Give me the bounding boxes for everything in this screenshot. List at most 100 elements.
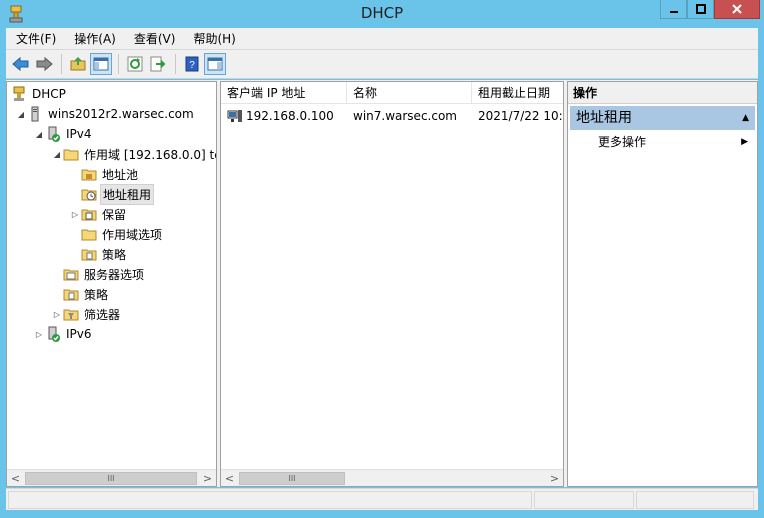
more-actions-item[interactable]: 更多操作 ▶ [598, 132, 748, 152]
show-hide-tree-icon [93, 57, 109, 71]
show-hide-action-pane-icon [207, 57, 223, 71]
collapsed-chevron-icon[interactable]: ▷ [33, 328, 45, 340]
tree-item-filters[interactable]: ▷ 筛选器 [51, 304, 122, 324]
minimize-icon [669, 11, 678, 13]
export-list-icon [150, 56, 166, 72]
server-options-icon [63, 269, 79, 281]
back-icon [12, 56, 29, 72]
tree-label: 服务器选项 [84, 267, 145, 282]
tree-item-address-pool[interactable]: 地址池 [81, 164, 140, 184]
tree-item-reservations[interactable]: ▷ 保留 [69, 204, 128, 224]
column-header-lease-expiration[interactable]: 租用截止日期 [472, 82, 563, 104]
maximize-button[interactable] [687, 0, 714, 19]
svg-text:?: ? [189, 60, 195, 71]
forward-icon [36, 56, 53, 72]
menu-action[interactable]: 操作(A) [68, 28, 122, 50]
back-button[interactable] [10, 53, 32, 75]
menu-file[interactable]: 文件(F) [10, 28, 62, 50]
server-icon [31, 106, 39, 122]
policy-icon [63, 289, 79, 301]
tree-label: 地址池 [102, 167, 139, 182]
show-hide-console-tree-button[interactable] [90, 53, 112, 75]
dhcp-root-icon [13, 86, 25, 101]
menu-view[interactable]: 查看(V) [128, 28, 182, 50]
toolbar: ? [6, 50, 758, 79]
tree-label: IPv4 [66, 127, 92, 141]
scroll-right-icon[interactable]: > [199, 470, 216, 486]
console-tree: DHCP ◢ wins2012r2.warsec.com ◢ IPv4 ◢ 作用… [6, 81, 217, 487]
collapsed-chevron-icon[interactable]: ▷ [69, 208, 81, 220]
export-list-button[interactable] [147, 53, 169, 75]
lease-ip: 192.168.0.100 [246, 109, 334, 123]
results-list: 客户端 IP 地址 名称 租用截止日期 192.168.0.100 win7.w… [220, 81, 564, 487]
tree-label: 策略 [102, 247, 127, 262]
tree-label: 作用域选项 [102, 227, 163, 242]
close-icon [732, 4, 742, 14]
address-pool-icon [81, 169, 97, 181]
toolbar-separator [118, 54, 119, 74]
scrollbar-thumb[interactable]: III [239, 472, 345, 485]
tree-label: IPv6 [66, 327, 92, 341]
cell-lease-expiration: 2021/7/22 10:1 [478, 109, 563, 123]
refresh-button[interactable] [124, 53, 146, 75]
tree-item-server[interactable]: ◢ wins2012r2.warsec.com [15, 104, 196, 124]
collapse-caret-icon[interactable]: ▲ [742, 106, 749, 130]
window-title: DHCP [360, 4, 404, 22]
refresh-icon [127, 56, 143, 72]
tree-item-address-leases[interactable]: 地址租用 [81, 183, 155, 205]
scroll-left-icon[interactable]: < [7, 470, 24, 486]
tree-item-ipv4[interactable]: ◢ IPv4 [33, 124, 94, 144]
folder-icon [63, 149, 79, 161]
expanded-chevron-icon[interactable]: ◢ [33, 128, 45, 140]
status-bar [6, 488, 758, 510]
expanded-chevron-icon[interactable]: ◢ [15, 108, 27, 120]
scrollbar-thumb[interactable]: III [25, 472, 197, 485]
scroll-left-icon[interactable]: < [221, 470, 238, 486]
tree-item-dhcp[interactable]: DHCP [11, 84, 68, 104]
column-header-client-ip[interactable]: 客户端 IP 地址 [221, 82, 347, 104]
status-segment [8, 491, 532, 509]
table-row[interactable]: 192.168.0.100 win7.warsec.com 2021/7/22 … [221, 106, 563, 126]
menu-help[interactable]: 帮助(H) [187, 28, 241, 50]
collapsed-chevron-icon[interactable]: ▷ [51, 308, 63, 320]
tree-item-scope-policies[interactable]: 策略 [81, 244, 128, 264]
help-button[interactable]: ? [181, 53, 203, 75]
tree-item-ipv6[interactable]: ▷ IPv6 [33, 324, 94, 344]
tree-label: DHCP [32, 87, 66, 101]
title-bar: DHCP [0, 0, 764, 28]
list-horizontal-scrollbar[interactable]: < III > [221, 469, 563, 486]
cell-name: win7.warsec.com [353, 109, 457, 123]
menu-bar: 文件(F) 操作(A) 查看(V) 帮助(H) [6, 28, 758, 50]
help-icon: ? [185, 56, 199, 72]
folder-icon [81, 229, 97, 241]
show-hide-action-pane-button[interactable] [204, 53, 226, 75]
list-header: 客户端 IP 地址 名称 租用截止日期 [221, 82, 563, 104]
cell-client-ip: 192.168.0.100 [221, 106, 347, 126]
tree-item-server-options[interactable]: 服务器选项 [63, 264, 146, 284]
ipv4-icon [48, 126, 60, 142]
tree-item-policies[interactable]: 策略 [63, 284, 110, 304]
work-area: DHCP ◢ wins2012r2.warsec.com ◢ IPv4 ◢ 作用… [6, 80, 758, 487]
tree-horizontal-scrollbar[interactable]: < III > [7, 469, 216, 486]
column-header-name[interactable]: 名称 [347, 82, 472, 104]
up-one-level-button[interactable] [67, 53, 89, 75]
tree-label: 保留 [102, 207, 127, 222]
up-folder-icon [70, 57, 86, 71]
actions-group-address-leases[interactable]: 地址租用 ▲ [570, 106, 755, 130]
scroll-right-icon[interactable]: > [546, 470, 563, 486]
actions-header: 操作 [568, 82, 757, 104]
status-segment [636, 491, 754, 509]
maximize-icon [695, 4, 706, 14]
tree-label: 策略 [84, 287, 109, 302]
minimize-button[interactable] [660, 0, 687, 19]
close-button[interactable] [714, 0, 760, 19]
expanded-chevron-icon[interactable]: ◢ [51, 148, 63, 160]
tree-label: wins2012r2.warsec.com [48, 107, 194, 121]
tree-item-scope[interactable]: ◢ 作用域 [192.168.0.0] te [51, 144, 216, 164]
policy-icon [81, 249, 97, 261]
actions-pane: 操作 地址租用 ▲ 更多操作 ▶ [567, 81, 758, 487]
more-actions-label: 更多操作 [598, 135, 647, 149]
tree-item-scope-options[interactable]: 作用域选项 [81, 224, 164, 244]
forward-button[interactable] [33, 53, 55, 75]
ipv6-icon [48, 326, 60, 342]
